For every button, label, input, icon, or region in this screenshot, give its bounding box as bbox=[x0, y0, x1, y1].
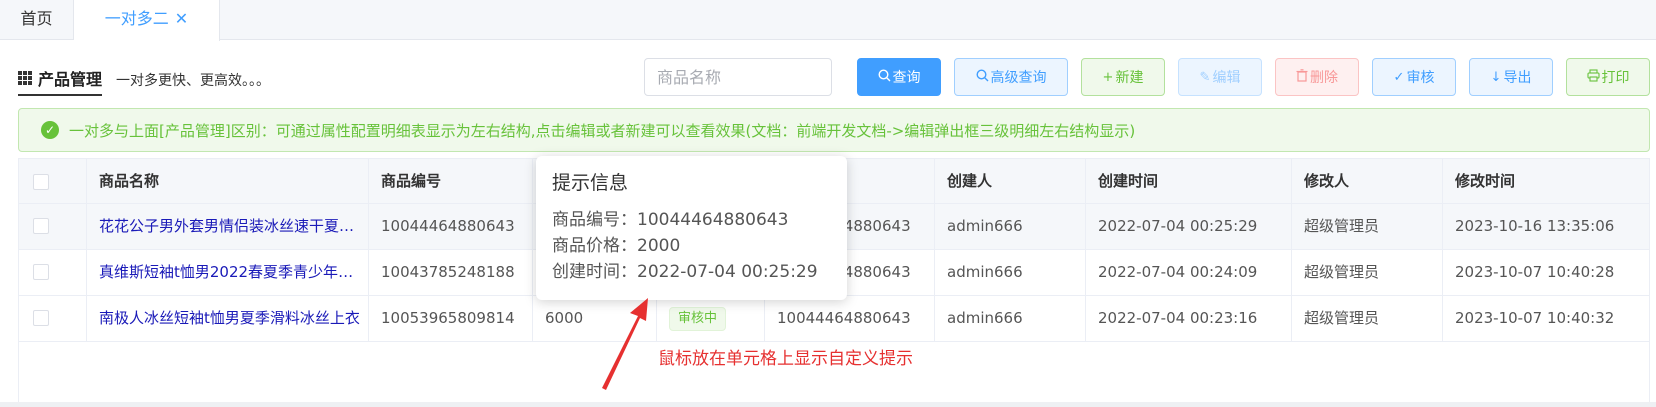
product-name-link[interactable]: 南极人冰丝短袖t恤男夏季滑料冰丝上衣 bbox=[87, 296, 369, 342]
printer-icon bbox=[1586, 68, 1600, 86]
print-button[interactable]: 打印 bbox=[1566, 58, 1650, 96]
table-row[interactable]: 南极人冰丝短袖t恤男夏季滑料冰丝上衣 10053965809814 6000 审… bbox=[19, 296, 1649, 342]
modifier: 超级管理员 bbox=[1292, 204, 1443, 250]
creator: admin666 bbox=[935, 204, 1086, 250]
tab-home-label: 首页 bbox=[20, 9, 53, 28]
row-select[interactable] bbox=[19, 250, 87, 296]
created-time: 2022-07-04 00:23:16 bbox=[1086, 296, 1292, 342]
product-name-link[interactable]: 真维斯短袖t恤男2022春夏季青少年潮流 bbox=[87, 250, 369, 296]
trash-icon bbox=[1296, 68, 1308, 86]
row-select[interactable] bbox=[19, 296, 87, 342]
modified-time: 2023-10-07 10:40:32 bbox=[1455, 309, 1615, 327]
tab-active-label: 一对多二 bbox=[104, 9, 169, 28]
annotation-text: 鼠标放在单元格上显示自定义提示 bbox=[658, 349, 913, 369]
query-label: 查询 bbox=[892, 70, 921, 86]
tooltip-product-code: 商品编号：10044464880643 bbox=[552, 210, 789, 230]
close-icon[interactable]: ✕ bbox=[175, 9, 188, 28]
export-button[interactable]: ↓ 导出 bbox=[1469, 58, 1553, 96]
modified-time: 2023-10-16 13:35:06 bbox=[1455, 217, 1615, 235]
page-title-text: 产品管理 bbox=[38, 70, 103, 89]
tooltip-title: 提示信息 bbox=[552, 172, 629, 194]
product-code[interactable]: 10043785248188 bbox=[369, 250, 533, 296]
product-code[interactable]: 10053965809814 bbox=[369, 296, 533, 342]
cell-tooltip: 提示信息 商品编号：10044464880643 商品价格：2000 创建时间：… bbox=[536, 156, 847, 300]
created-time: 2022-07-04 00:24:09 bbox=[1086, 250, 1292, 296]
page-header: 产品管理 一对多更快、更高效。。。 bbox=[18, 66, 270, 96]
select-all-checkbox[interactable] bbox=[33, 174, 49, 190]
column-header[interactable]: 创建人 bbox=[935, 159, 1086, 205]
advanced-query-button[interactable]: 高级查询 bbox=[954, 58, 1068, 96]
modified-time: 2023-10-07 10:40:28 bbox=[1455, 263, 1615, 281]
edit-button[interactable]: ✎ 编辑 bbox=[1178, 58, 1262, 96]
alert-text: 一对多与上面[产品管理]区别：可通过属性配置明细表显示为左右结构,点击编辑或者新… bbox=[69, 121, 1136, 140]
ref-code: 10044464880643 bbox=[765, 296, 935, 342]
modifier: 超级管理员 bbox=[1292, 296, 1443, 342]
plus-icon: + bbox=[1102, 69, 1114, 85]
advanced-query-label: 高级查询 bbox=[990, 70, 1047, 86]
pencil-icon: ✎ bbox=[1199, 69, 1211, 85]
modifier: 超级管理员 bbox=[1292, 250, 1443, 296]
column-header[interactable]: 商品名称 bbox=[87, 159, 369, 205]
audit-button[interactable]: ✓ 审核 bbox=[1372, 58, 1456, 96]
delete-label: 删除 bbox=[1310, 70, 1338, 86]
column-header[interactable]: 修改人 bbox=[1292, 159, 1443, 205]
search-input[interactable] bbox=[644, 58, 832, 96]
query-button[interactable]: 查询 bbox=[857, 58, 941, 96]
creator: admin666 bbox=[935, 296, 1086, 342]
success-circle-icon: ✓ bbox=[41, 121, 59, 139]
export-label: 导出 bbox=[1503, 70, 1532, 86]
tooltip-product-price: 商品价格：2000 bbox=[552, 236, 681, 256]
edit-label: 编辑 bbox=[1212, 70, 1241, 86]
arrow-down-icon: ↓ bbox=[1490, 69, 1502, 85]
audit-label: 审核 bbox=[1406, 70, 1435, 86]
header-select-all[interactable] bbox=[19, 159, 87, 205]
tooltip-created-time: 创建时间：2022-07-04 00:25:29 bbox=[552, 262, 818, 282]
created-time: 2022-07-04 00:25:29 bbox=[1086, 204, 1292, 250]
tab-bar: 首页 一对多二 ✕ bbox=[0, 0, 1656, 41]
delete-button[interactable]: 删除 bbox=[1275, 58, 1359, 96]
product-name-link[interactable]: 花花公子男外套男情侣装冰丝速干夏季防晒服 bbox=[87, 204, 369, 250]
search-icon bbox=[975, 68, 989, 86]
row-checkbox[interactable] bbox=[33, 218, 49, 234]
new-button[interactable]: + 新建 bbox=[1081, 58, 1165, 96]
tab-one-to-many-two[interactable]: 一对多二 ✕ bbox=[74, 0, 220, 41]
check-icon: ✓ bbox=[1393, 69, 1405, 85]
page-title: 产品管理 bbox=[18, 66, 103, 96]
column-header[interactable]: 商品编号 bbox=[369, 159, 533, 205]
column-header[interactable]: 创建时间 bbox=[1086, 159, 1292, 205]
tab-home[interactable]: 首页 bbox=[0, 0, 74, 40]
page-subtitle: 一对多更快、更高效。。。 bbox=[116, 73, 271, 89]
info-alert: ✓ 一对多与上面[产品管理]区别：可通过属性配置明细表显示为左右结构,点击编辑或… bbox=[18, 108, 1650, 152]
bottom-scroll-area bbox=[0, 402, 1656, 407]
column-header[interactable]: 修改时间 bbox=[1443, 159, 1649, 205]
search-icon bbox=[877, 68, 891, 86]
print-label: 打印 bbox=[1601, 70, 1630, 86]
row-select[interactable] bbox=[19, 204, 87, 250]
row-checkbox[interactable] bbox=[33, 310, 49, 326]
product-code[interactable]: 10044464880643 bbox=[369, 204, 533, 250]
new-label: 新建 bbox=[1115, 70, 1144, 86]
grid-icon bbox=[18, 71, 32, 85]
row-checkbox[interactable] bbox=[33, 264, 49, 280]
creator: admin666 bbox=[935, 250, 1086, 296]
